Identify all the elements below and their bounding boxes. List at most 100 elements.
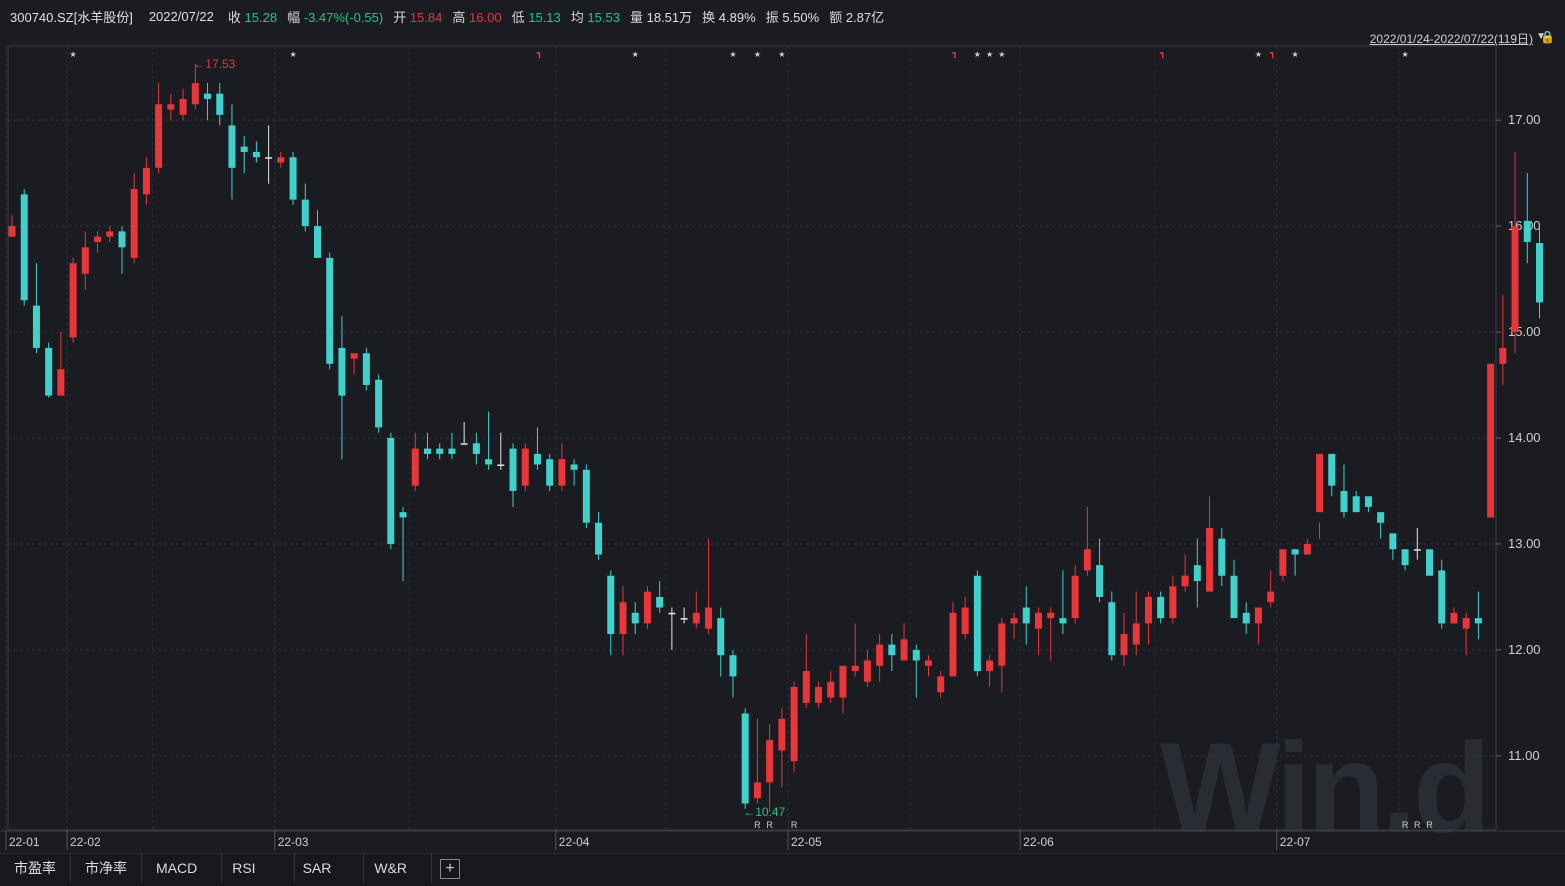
candle-body (656, 596, 664, 608)
candle-body (497, 464, 505, 466)
candle-body (1413, 549, 1421, 551)
candle-body (619, 602, 627, 634)
candle-body (717, 618, 725, 656)
y-tick-label: 13.00 (1508, 536, 1541, 551)
candle-body (1426, 549, 1434, 576)
candle-body (1487, 363, 1495, 518)
candle-body (1071, 575, 1079, 619)
candle-body (167, 104, 175, 110)
candle-body (1536, 243, 1543, 303)
candlestick-chart[interactable]: 17.0016.0015.0014.0013.0012.0011.0022-01… (0, 0, 1565, 853)
candle-body (1010, 618, 1018, 624)
candle-body (399, 512, 407, 518)
candle-body (790, 686, 798, 762)
candle-body (289, 157, 297, 200)
y-tick-label: 12.00 (1508, 642, 1541, 657)
event-star-marker: ★ (632, 50, 639, 59)
candle-body (912, 649, 920, 661)
candle-body (1242, 612, 1250, 624)
candle-body (1230, 575, 1238, 619)
candle-body (1316, 453, 1324, 513)
rights-marker: R (754, 820, 761, 830)
candle-body (314, 226, 321, 258)
candle-body (1352, 496, 1360, 513)
candle-body (1254, 607, 1262, 624)
event-star-marker: ★ (986, 50, 993, 59)
candle-body (45, 347, 53, 396)
candle-body (252, 151, 260, 158)
candle-body (1120, 634, 1128, 656)
candle-body (1047, 612, 1055, 619)
candle-body (1218, 538, 1226, 576)
candle-body (546, 459, 554, 486)
x-tick-label: 22-01 (9, 835, 40, 849)
x-tick-label: 22-04 (559, 835, 590, 849)
candle-body (155, 104, 163, 168)
event-star-marker: ★ (1255, 50, 1262, 59)
candle-body (228, 125, 236, 168)
candle-body (204, 93, 212, 99)
x-tick-label: 22-06 (1023, 835, 1054, 849)
rights-marker: R (791, 820, 798, 830)
candle-body (1206, 528, 1214, 592)
candle-body (680, 618, 688, 620)
tab-pb[interactable]: 市净率 (71, 854, 142, 882)
candle-body (1083, 549, 1091, 571)
candle-body (326, 257, 334, 364)
candle-body (240, 146, 248, 152)
tab-rsi[interactable]: RSI (222, 854, 295, 882)
candle-body (1181, 575, 1189, 587)
candle-body (949, 612, 957, 677)
candle-body (815, 686, 823, 703)
candle-body (375, 379, 383, 428)
indicator-tab-bar: 市盈率 市净率 MACD RSI SAR W&R + (0, 853, 1565, 886)
candle-body (900, 639, 908, 661)
lock-icon[interactable]: 🔒 (1540, 30, 1555, 44)
candle-body (1389, 533, 1397, 550)
candle-body (32, 305, 40, 348)
rights-marker: R (1414, 820, 1421, 830)
candle-body (1132, 623, 1140, 645)
event-star-marker: ★ (289, 50, 296, 59)
candle-body (1059, 618, 1067, 624)
candle-body (1462, 618, 1470, 629)
candle-body (1438, 570, 1446, 624)
candle-body (1364, 496, 1372, 507)
event-flag-marker: ┓ (951, 48, 957, 59)
candle-body (766, 739, 774, 783)
candle-body (1511, 226, 1519, 333)
candle-body (179, 98, 187, 115)
candle-body (643, 591, 651, 624)
plus-icon[interactable]: + (440, 859, 461, 879)
tab-sar[interactable]: SAR (295, 854, 365, 882)
event-star-marker: ★ (70, 50, 77, 59)
candle-body (485, 459, 493, 465)
candle-body (118, 231, 126, 248)
max-price-annotation: ←17.53 (193, 57, 235, 71)
tab-macd[interactable]: MACD (142, 854, 223, 882)
tab-pe[interactable]: 市盈率 (0, 854, 71, 882)
candle-body (998, 623, 1006, 666)
candle-body (81, 247, 89, 274)
candle-body (851, 665, 859, 672)
x-tick-label: 22-02 (70, 835, 101, 849)
event-star-marker: ★ (1401, 50, 1408, 59)
candle-body (986, 660, 994, 672)
candle-body (460, 443, 468, 445)
candle-body (888, 644, 896, 656)
candle-body (436, 448, 444, 454)
candle-body (973, 575, 981, 672)
event-flag-marker: ┓ (1159, 48, 1165, 59)
candle-body (925, 660, 932, 666)
candle-body (338, 347, 346, 396)
event-star-marker: ★ (729, 50, 736, 59)
date-range-selector[interactable]: 2022/01/24-2022/07/22(119日) (1370, 30, 1533, 47)
tab-wr[interactable]: W&R (364, 854, 433, 882)
candle-body (692, 612, 700, 624)
candle-body (20, 194, 28, 301)
candle-body (1108, 602, 1116, 656)
candle-body (753, 782, 761, 799)
candle-body (607, 575, 615, 634)
candle-body (582, 469, 590, 523)
x-tick-label: 22-07 (1280, 835, 1311, 849)
